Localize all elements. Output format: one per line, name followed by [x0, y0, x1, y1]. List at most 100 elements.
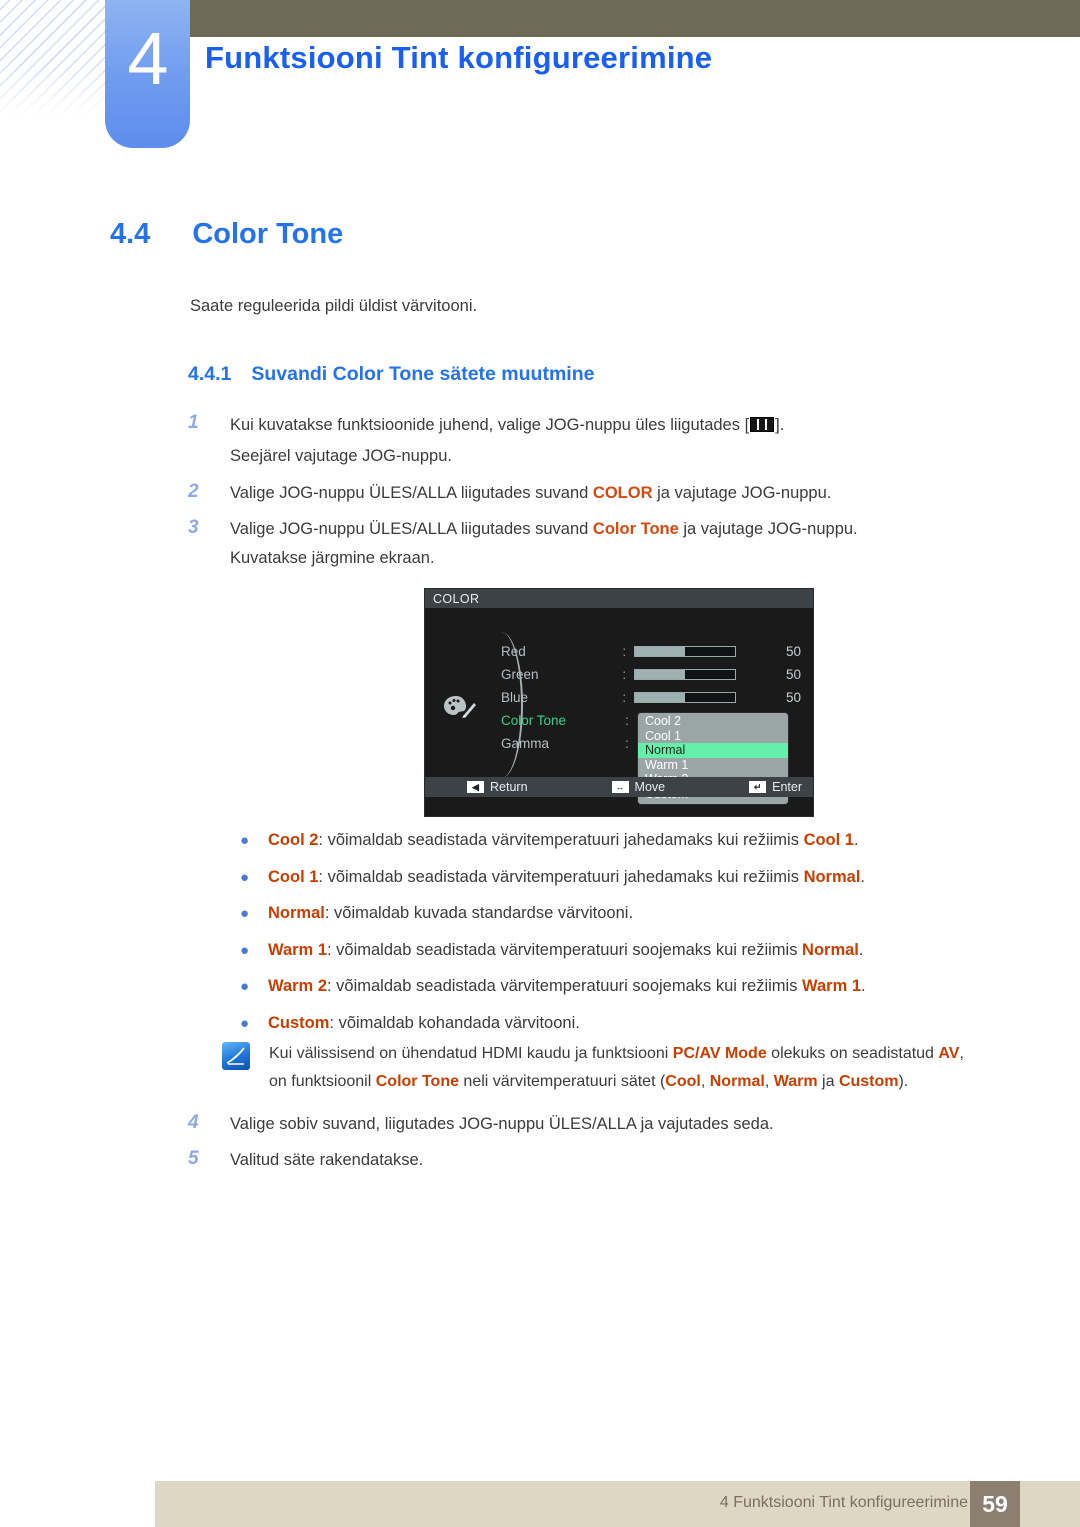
osd-main-area: Red : 50 Green : 50 Blue: 50 Color Tone…	[425, 608, 813, 804]
step-2-pre: Valige JOG-nuppu ÜLES/ALLA liigutades su…	[230, 484, 593, 503]
section-heading: 4.4 Color Tone	[110, 218, 343, 251]
page-number-box: 59	[970, 1481, 1020, 1527]
step-text: Valige sobiv suvand, liigutades JOG-nupp…	[230, 1115, 774, 1133]
step-1-line2: Seejärel vajutage JOG-nuppu.	[230, 446, 452, 465]
osd-colon: :	[622, 690, 627, 705]
list-item: ● Cool 1: võimaldab seadistada värvitemp…	[240, 868, 960, 887]
bullet-keyword-2: Cool 1	[803, 831, 854, 849]
chapter-title: Funktsiooni Tint konfigureerimine	[205, 40, 713, 75]
list-item: ● Warm 2: võimaldab seadistada värvitemp…	[240, 977, 960, 996]
bullet-keyword-2: Normal	[803, 867, 861, 886]
bullet-keyword: Warm 1	[268, 940, 327, 959]
updown-arrow-key-icon: ↔	[611, 781, 629, 793]
palette-icon	[444, 696, 476, 718]
osd-footer-label: Return	[490, 780, 528, 794]
osd-footer-enter[interactable]: ↵ Enter	[749, 780, 802, 794]
osd-label: Blue	[501, 690, 529, 705]
osd-footer-label: Enter	[772, 780, 802, 794]
osd-row-red[interactable]: Red : 50	[501, 640, 801, 663]
bullet-keyword: Cool 1	[268, 867, 319, 886]
osd-footer-label: Move	[634, 780, 666, 794]
bullet-end: .	[858, 940, 864, 959]
bullet-keyword-2: Warm 1	[802, 977, 862, 995]
osd-label: Green	[501, 667, 539, 682]
section-title: Color Tone	[192, 218, 344, 250]
bullet-mid: : võimaldab kuvada standardse värvitooni…	[324, 904, 634, 922]
osd-colon: :	[625, 713, 629, 728]
note-l2-b: neli värvitemperatuuri sätet (	[458, 1072, 666, 1090]
note-l2-d: ,	[764, 1072, 774, 1090]
dropdown-option-normal[interactable]: Normal	[638, 743, 788, 758]
note-l1-b: olekuks on seadistatud	[766, 1045, 939, 1062]
color-tone-options-list: ● Cool 2: võimaldab seadistada värvitemp…	[240, 831, 960, 1050]
step-text: Kui kuvatakse funktsioonide juhend, vali…	[230, 410, 784, 471]
enter-key-icon: ↵	[749, 781, 767, 793]
bullet-mid: : võimaldab seadistada värvitemperatuuri…	[318, 831, 804, 849]
note-keyword-colortone: Color Tone	[375, 1072, 459, 1090]
step-text: Valitud säte rakendatakse.	[230, 1151, 424, 1170]
step-2-post: ja vajutage JOG-nuppu.	[652, 484, 832, 503]
steps-list-top: 1 Kui kuvatakse funktsioonide juhend, va…	[188, 410, 948, 580]
osd-footer-return[interactable]: ◀ Return	[467, 780, 528, 794]
subsection-heading: 4.4.1 Suvandi Color Tone sätete muutmine	[188, 363, 594, 386]
section-intro-text: Saate reguleerida pildi üldist värvitoon…	[190, 297, 478, 315]
osd-slider-blue[interactable]	[634, 692, 736, 703]
osd-slider-green[interactable]	[634, 669, 736, 680]
dropdown-option-warm-1[interactable]: Warm 1	[638, 758, 788, 773]
bullet-mid: : võimaldab seadistada värvitemperatuuri…	[327, 940, 803, 959]
osd-value: 50	[785, 690, 801, 705]
osd-titlebar: COLOR	[425, 589, 813, 608]
osd-screenshot: COLOR Red : 50 Green: 50 Blue: 50 Colo…	[424, 588, 814, 817]
chapter-number: 4	[127, 17, 168, 100]
note-l1-a: Kui välissisend on ühendatud HDMI kaudu …	[269, 1045, 673, 1062]
step-3-line2: Kuvatakse järgmine ekraan.	[230, 548, 435, 567]
osd-footer-move[interactable]: ↔ Move	[611, 780, 666, 794]
step-text: Valige JOG-nuppu ÜLES/ALLA liigutades su…	[230, 479, 831, 507]
bullet-text: Cool 2: võimaldab seadistada värvitemper…	[268, 831, 859, 850]
steps-list-bottom: 4 Valige sobiv suvand, liigutades JOG-nu…	[188, 1110, 948, 1183]
step-3-post: ja vajutage JOG-nuppu.	[678, 520, 858, 539]
note-l2-e: ja	[817, 1072, 839, 1090]
osd-label: Red	[501, 644, 526, 659]
osd-slider-fill	[635, 693, 685, 702]
page-number: 59	[982, 1490, 1008, 1517]
step-text: Valige JOG-nuppu ÜLES/ALLA liigutades su…	[230, 515, 858, 572]
bullet-text: Cool 1: võimaldab seadistada värvitemper…	[268, 868, 865, 887]
step-item: 1 Kui kuvatakse funktsioonide juhend, va…	[188, 410, 948, 471]
osd-footer-bar: ◀ Return ↔ Move ↵ Enter	[425, 777, 813, 797]
subsection-number: 4.4.1	[188, 363, 232, 385]
step-item: 2 Valige JOG-nuppu ÜLES/ALLA liigutades …	[188, 479, 948, 507]
osd-row-green[interactable]: Green : 50	[501, 663, 801, 686]
list-item: ● Warm 1: võimaldab seadistada värvitemp…	[240, 941, 960, 960]
bullet-end: .	[861, 977, 866, 995]
step-2-keyword: COLOR	[592, 484, 653, 503]
bullet-dot-icon: ●	[240, 941, 250, 959]
header-bar	[190, 0, 1080, 37]
bullet-dot-icon: ●	[240, 868, 250, 886]
bullet-end: .	[860, 867, 866, 886]
step-number: 1	[188, 412, 199, 433]
step-1-line1-b: ].	[775, 416, 785, 434]
note-keyword-normal: Normal	[709, 1072, 765, 1090]
bullet-mid: : võimaldab kohandada värvitooni.	[329, 1013, 580, 1032]
osd-colon: :	[625, 736, 629, 751]
subsection-title: Suvandi Color Tone sätete muutmine	[251, 363, 595, 385]
dropdown-option-cool-2[interactable]: Cool 2	[638, 714, 788, 729]
bullet-keyword: Warm 2	[268, 977, 327, 995]
chapter-tab: 4	[105, 0, 190, 148]
section-number: 4.4	[110, 218, 151, 250]
footer-chapter-label: 4 Funktsiooni Tint konfigureerimine	[719, 1494, 968, 1511]
step-number: 2	[188, 481, 199, 503]
note-keyword-warm: Warm	[773, 1072, 818, 1090]
osd-colon: :	[622, 667, 627, 682]
note-keyword-cool: Cool	[665, 1072, 701, 1090]
osd-row-blue[interactable]: Blue : 50	[501, 686, 801, 709]
step-item: 4 Valige sobiv suvand, liigutades JOG-nu…	[188, 1110, 948, 1138]
step-3-keyword: Color Tone	[592, 520, 679, 539]
osd-slider-red[interactable]	[634, 646, 736, 657]
jog-button-icon	[750, 417, 775, 432]
osd-value: 50	[785, 667, 801, 682]
dropdown-option-cool-1[interactable]: Cool 1	[638, 729, 788, 744]
osd-colon: :	[622, 644, 627, 659]
bullet-dot-icon: ●	[240, 1014, 250, 1032]
